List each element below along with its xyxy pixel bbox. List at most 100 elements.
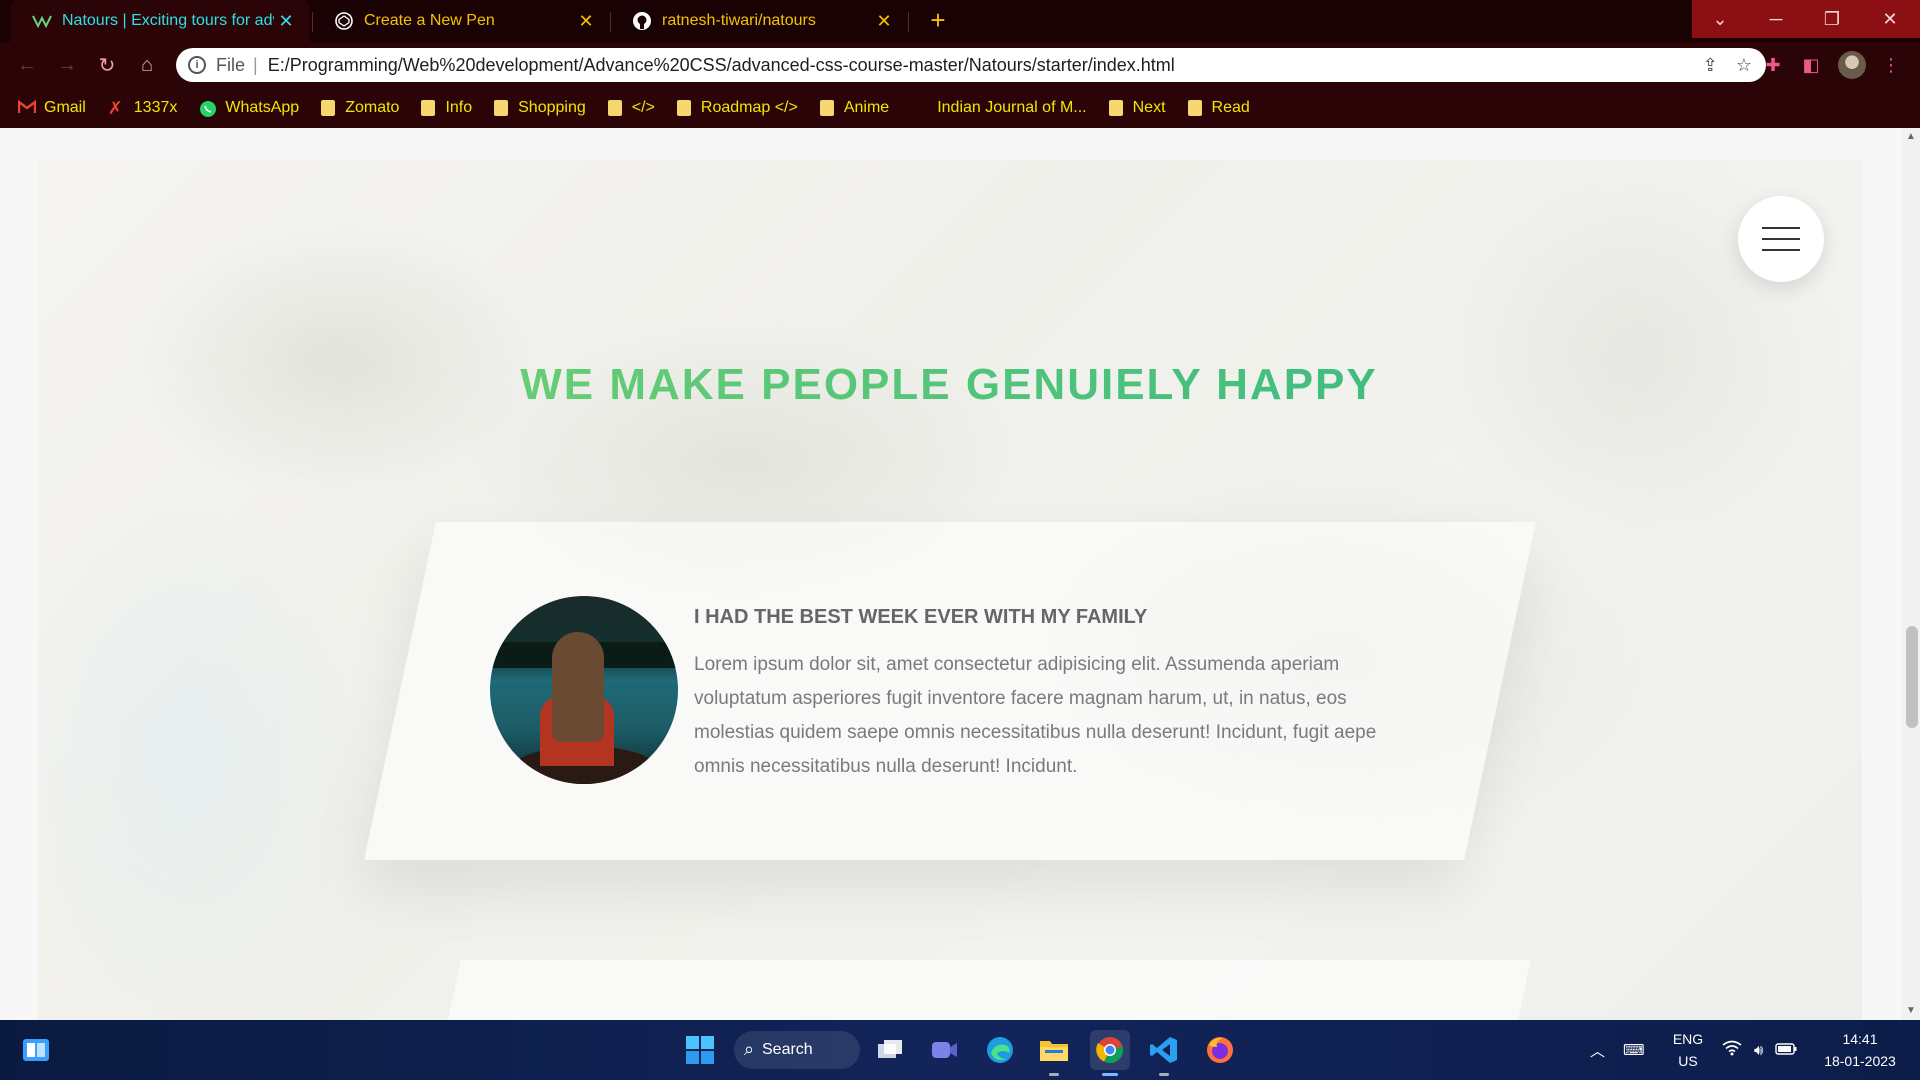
- natours-leaf-icon: [32, 11, 52, 31]
- bookmark-indian-journal[interactable]: Indian Journal of M...: [911, 99, 1086, 117]
- close-tab-icon[interactable]: ✕: [872, 11, 896, 32]
- restore-button[interactable]: ❐: [1804, 0, 1860, 38]
- tab-codepen[interactable]: Create a New Pen ✕: [312, 0, 610, 42]
- bookmark-next[interactable]: Next: [1108, 99, 1166, 117]
- bookmark-label: Info: [445, 99, 473, 116]
- bookmark-label: Zomato: [345, 99, 400, 116]
- task-view-icon[interactable]: [870, 1030, 910, 1070]
- tab-strip: Natours | Exciting tours for adventurous…: [0, 0, 1920, 42]
- chrome-icon[interactable]: [1090, 1030, 1130, 1076]
- folder-icon: [1108, 100, 1123, 116]
- page-scrollbar[interactable]: ▲ ▼: [1902, 128, 1920, 1020]
- bookmark-roadmap[interactable]: Roadmap </>: [676, 99, 798, 117]
- forward-button[interactable]: →: [52, 50, 82, 80]
- firefox-icon[interactable]: [1200, 1030, 1240, 1070]
- folder-icon: [494, 100, 509, 116]
- folder-icon: [819, 100, 834, 116]
- story-text: Lorem ipsum dolor sit, amet consectetur …: [694, 654, 1377, 777]
- clock-time: 14:41: [1842, 1031, 1878, 1047]
- blank-page-icon: [911, 100, 927, 116]
- bookmark-code[interactable]: </>: [607, 99, 655, 117]
- address-divider: |: [253, 54, 258, 75]
- bookmark-label: </>: [631, 99, 655, 116]
- extensions-icon[interactable]: ✚: [1758, 50, 1788, 80]
- tab-search-button[interactable]: ⌄: [1692, 0, 1748, 38]
- share-icon[interactable]: ⇪: [1703, 55, 1718, 76]
- github-icon: [632, 11, 652, 31]
- bookmark-label: Anime: [843, 99, 890, 116]
- new-tab-button[interactable]: +: [922, 5, 954, 37]
- bookmark-1337x[interactable]: ✗ 1337x: [108, 99, 178, 117]
- address-url: E:/Programming/Web%20development/Advance…: [267, 54, 1175, 75]
- story-title: I HAD THE BEST WEEK EVER WITH MY FAMILY: [694, 606, 1148, 628]
- bookmark-anime[interactable]: Anime: [819, 99, 890, 117]
- menu-kebab-icon[interactable]: ⋮: [1876, 50, 1906, 80]
- tab-title: ratnesh-tiwari/natours: [662, 12, 816, 29]
- bookmark-label: Roadmap </>: [700, 99, 798, 116]
- bookmark-label: Gmail: [44, 99, 86, 116]
- hamburger-line: [1762, 238, 1800, 240]
- site-info-icon[interactable]: i: [188, 56, 206, 74]
- region-code: US: [1678, 1053, 1698, 1069]
- language-indicator[interactable]: ENG US: [1668, 1028, 1708, 1072]
- vscode-icon[interactable]: [1144, 1030, 1184, 1076]
- scroll-down-arrow-icon[interactable]: ▼: [1906, 1006, 1916, 1016]
- reload-button[interactable]: ↻: [92, 50, 122, 80]
- folder-icon: [1187, 100, 1202, 116]
- page-viewport: WE MAKE PEOPLE GENUIELY HAPPY I HAD THE …: [0, 128, 1920, 1020]
- bookmark-label: WhatsApp: [225, 99, 300, 116]
- folder-icon: [321, 100, 336, 116]
- scroll-up-arrow-icon[interactable]: ▲: [1906, 132, 1916, 142]
- codepen-icon: [334, 11, 354, 31]
- minimize-button[interactable]: ─: [1748, 0, 1804, 38]
- bookmark-gmail[interactable]: Gmail: [17, 99, 86, 117]
- x-icon: ✗: [107, 98, 123, 118]
- file-explorer-icon[interactable]: [1034, 1030, 1074, 1076]
- side-panel-icon[interactable]: ◧: [1796, 50, 1826, 80]
- whatsapp-icon: [199, 100, 217, 117]
- taskbar-search[interactable]: ⌕ Search: [734, 1031, 860, 1069]
- bookmark-shopping[interactable]: Shopping: [494, 99, 586, 117]
- bookmark-read[interactable]: Read: [1187, 99, 1250, 117]
- folder-icon: [421, 100, 436, 116]
- section-heading: WE MAKE PEOPLE GENUIELY HAPPY: [0, 360, 1898, 410]
- bookmark-label: Next: [1132, 99, 1166, 116]
- tab-github[interactable]: ratnesh-tiwari/natours ✕: [610, 0, 908, 42]
- bookmark-whatsapp[interactable]: WhatsApp: [199, 99, 299, 117]
- teams-chat-icon[interactable]: [924, 1030, 964, 1070]
- start-button[interactable]: [680, 1030, 720, 1070]
- back-button[interactable]: ←: [12, 50, 42, 80]
- home-button[interactable]: ⌂: [132, 50, 162, 80]
- widgets-icon[interactable]: [16, 1030, 56, 1070]
- close-tab-icon[interactable]: ✕: [274, 11, 298, 32]
- address-actions: ⇪ ☆: [1703, 55, 1752, 76]
- show-hidden-icons-chevron-icon[interactable]: ︿: [1590, 1040, 1605, 1061]
- search-icon: ⌕: [744, 1039, 755, 1059]
- system-tray: ︿ ⌨: [1590, 1020, 1645, 1080]
- bookmark-star-icon[interactable]: ☆: [1736, 55, 1752, 76]
- windows-taskbar: ⌕ Search ︿ ⌨ ENG US 🔊︎ 14:41 18-01-2023: [0, 1020, 1920, 1080]
- tab-natours[interactable]: Natours | Exciting tours for adventurous…: [10, 0, 310, 42]
- scrollbar-thumb[interactable]: [1906, 626, 1918, 728]
- status-icons[interactable]: 🔊︎: [1722, 1020, 1797, 1080]
- story-photo: [490, 596, 678, 784]
- tab-title: Natours | Exciting tours for adventurous…: [62, 12, 274, 29]
- running-indicator: [1102, 1073, 1118, 1076]
- profile-avatar[interactable]: [1838, 51, 1866, 79]
- close-window-button[interactable]: ✕: [1860, 0, 1920, 38]
- keyboard-icon[interactable]: ⌨: [1623, 1041, 1645, 1059]
- hamburger-line: [1762, 227, 1800, 229]
- bookmark-label: Indian Journal of M...: [937, 99, 1087, 116]
- close-tab-icon[interactable]: ✕: [574, 11, 598, 32]
- battery-icon: [1775, 1042, 1797, 1059]
- clock-date: 18-01-2023: [1824, 1053, 1896, 1069]
- clock[interactable]: 14:41 18-01-2023: [1820, 1028, 1900, 1072]
- folder-icon: [607, 100, 622, 116]
- bookmark-zomato[interactable]: Zomato: [321, 99, 399, 117]
- bookmark-label: 1337x: [133, 99, 178, 116]
- bookmarks-bar: Gmail ✗ 1337x WhatsApp Zomato Info Shopp…: [0, 88, 1920, 128]
- address-bar[interactable]: i File | E:/Programming/Web%20developmen…: [176, 48, 1766, 82]
- edge-icon[interactable]: [980, 1030, 1020, 1070]
- navigation-menu-button[interactable]: [1738, 196, 1824, 282]
- bookmark-info[interactable]: Info: [421, 99, 472, 117]
